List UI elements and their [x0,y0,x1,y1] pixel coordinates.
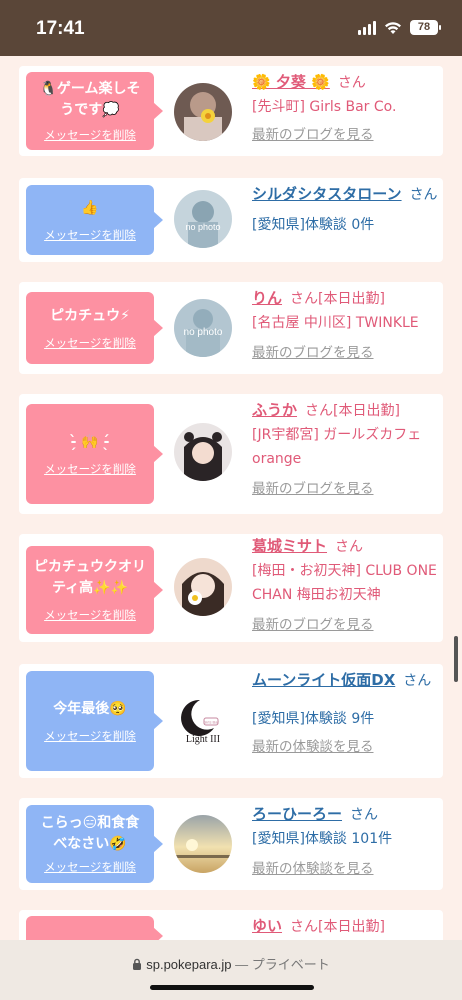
message-bubble: こらっ😑和食食べなさい🤣 メッセージを削除 [26,805,163,883]
avatar[interactable] [174,83,232,141]
cast-name-link[interactable]: ゆい [252,917,282,935]
honorific: さん [290,919,319,935]
url-text: sp.pokepara.jp [146,957,232,972]
list-item: こらっ😑和食食べなさい🤣 メッセージを削除 ろーひーろー さん [愛知県]体験談… [19,798,443,890]
battery-icon: 78 [410,20,441,35]
list-item: ピカチュウ⚡ メッセージを削除 no photo りん さん[本日出勤] [名古屋… [19,282,443,374]
message-text: ピカチュウ⚡ [50,307,130,324]
on-duty-badge: [本日出勤] [333,403,400,419]
message-bubble: 👍 メッセージを削除 [26,185,163,255]
delete-message-link[interactable]: メッセージを削除 [44,728,136,744]
shop-name: [名古屋 中川区] TWINKLE [252,315,419,331]
message-bubble: 今年最後🥺 メッセージを削除 [26,671,163,771]
list-item: 🐧ゲーム楽しそうです💭 メッセージを削除 🌼 夕葵 🌼 さん [先斗町] Girl… [19,66,443,156]
honorific: さん [350,807,379,823]
user-name-link[interactable]: ろーひーろー [252,805,342,823]
scrollbar[interactable] [454,636,458,682]
no-photo-text: no photo [185,222,220,232]
private-label: — プライベート [235,957,330,972]
latest-review-link[interactable]: 最新の体験談を見る [252,857,438,881]
message-text: -̗̀ 🙌 -̖́ [70,433,110,450]
user-name-link[interactable]: シルダシタスタローン [252,185,402,203]
delete-message-link[interactable]: メッセージを削除 [44,461,136,477]
avatar[interactable]: no photo [174,299,232,357]
latest-blog-link[interactable]: 最新のブログを見る [252,123,438,147]
signal-icon [358,20,376,35]
latest-blog-link[interactable]: 最新のブログを見る [252,613,438,637]
message-text: こらっ😑和食食べなさい🤣 [40,815,140,852]
latest-blog-link[interactable]: 最新のブログを見る [252,477,438,501]
card-info: りん さん[本日出勤] [名古屋 中川区] TWINKLE 最新のブログを見る [252,286,438,365]
message-bubble: ピカチュウ⚡ メッセージを削除 [26,292,163,364]
card-info: ゆい さん[本日出勤] [252,914,438,939]
message-text: 今年最後🥺 [53,700,127,717]
list-item: 今年最後🥺 メッセージを削除 Girls Bar Light III ムーンライ… [19,664,443,778]
logo-main-text: Light III [186,734,220,745]
delete-message-link[interactable]: メッセージを削除 [44,859,136,875]
message-text: 🐧ゲーム楽しそうです💭 [39,81,141,118]
list-item: ピカチュウクオリティ高✨✨ メッセージを削除 葛城ミサト さん [梅田・お初天神]… [19,534,443,642]
delete-message-link[interactable]: メッセージを削除 [44,607,136,623]
list-item: -̗̀ 🙌 -̖́ メッセージを削除 ふうか さん[本日出勤] [JR宇都宮] ガ… [19,394,443,514]
status-icons: 78 [358,20,441,35]
honorific: さん [403,673,432,689]
card-info: 🌼 夕葵 🌼 さん [先斗町] Girls Bar Co. 最新のブログを見る [252,70,438,147]
browser-address-bar[interactable]: sp.pokepara.jp — プライベート [0,940,462,1000]
cast-name-link[interactable]: りん [252,289,282,307]
lock-icon [133,958,142,970]
message-text: 👍 [81,199,99,216]
status-bar: 17:41 78 [0,0,462,56]
message-bubble: -̗̀ 🙌 -̖́ メッセージを削除 [26,404,163,504]
on-duty-badge: [本日出勤] [318,291,385,307]
status-time: 17:41 [36,18,85,39]
no-photo-text: no photo [184,327,223,338]
message-bubble: ピカチュウクオリティ高✨✨ メッセージを削除 [26,546,163,634]
shop-name: [JR宇都宮] ガールズカフェ orange [252,427,422,467]
honorific: さん [409,187,438,203]
cast-name-link[interactable]: 🌼 夕葵 🌼 [252,73,330,91]
latest-blog-link[interactable]: 最新のブログを見る [252,341,438,365]
avatar[interactable] [174,815,232,873]
cast-name-link[interactable]: ふうか [252,401,297,419]
on-duty-badge: [本日出勤] [318,919,385,935]
card-info: ふうか さん[本日出勤] [JR宇都宮] ガールズカフェ orange 最新のブロ… [252,398,438,501]
url-row[interactable]: sp.pokepara.jp — プライベート [0,954,462,973]
review-count: [愛知県]体験談 0件 [252,217,375,233]
cast-name-link[interactable]: 葛城ミサト [252,537,327,555]
logo-small-text: Girls Bar [203,720,219,725]
shop-name: [梅田・お初天神] CLUB ONE CHAN 梅田お初天神 [252,563,437,603]
delete-message-link[interactable]: メッセージを削除 [44,335,136,351]
card-info: 葛城ミサト さん [梅田・お初天神] CLUB ONE CHAN 梅田お初天神 最… [252,534,438,637]
list-item: 👍 メッセージを削除 no photo シルダシタスタローン さん [愛知県]体験… [19,178,443,262]
avatar[interactable] [174,423,232,481]
delete-message-link[interactable]: メッセージを削除 [44,127,136,143]
avatar[interactable]: Girls Bar Light III [174,692,232,750]
shop-name: [先斗町] Girls Bar Co. [252,99,397,115]
delete-message-link[interactable]: メッセージを削除 [44,227,136,243]
avatar[interactable]: no photo [174,190,232,248]
honorific: さん [335,539,364,555]
latest-review-link[interactable]: 最新の体験談を見る [252,735,438,759]
user-name-link[interactable]: ムーンライト仮面DX [252,671,395,689]
message-text: ピカチュウクオリティ高✨✨ [34,559,146,596]
review-count: [愛知県]体験談 101件 [252,831,393,847]
wifi-icon [385,21,401,34]
honorific: さん [337,75,366,91]
honorific: さん [305,403,334,419]
card-info: シルダシタスタローン さん [愛知県]体験談 0件 [252,182,438,237]
honorific: さん [290,291,319,307]
home-indicator [150,985,314,990]
card-info: ムーンライト仮面DX さん [愛知県]体験談 9件 最新の体験談を見る [252,668,438,759]
message-bubble: 🐧ゲーム楽しそうです💭 メッセージを削除 [26,72,163,150]
avatar[interactable] [174,558,232,616]
review-count: [愛知県]体験談 9件 [252,711,375,727]
card-info: ろーひーろー さん [愛知県]体験談 101件 最新の体験談を見る [252,802,438,881]
